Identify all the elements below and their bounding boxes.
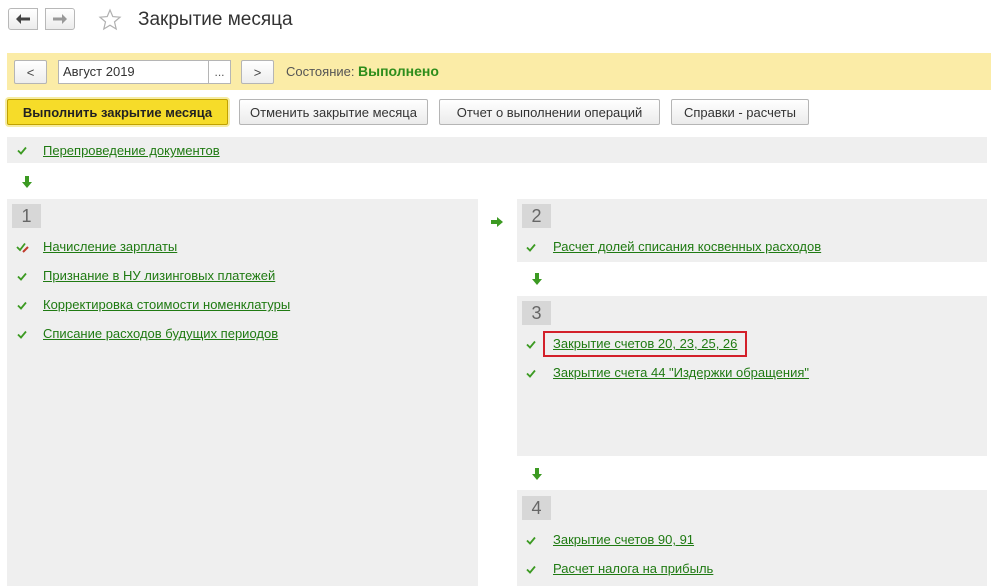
leasing-payments-link[interactable]: Признание в НУ лизинговых платежей (43, 268, 275, 283)
close-account-44-link[interactable]: Закрытие счета 44 "Издержки обращения" (553, 365, 809, 380)
check-icon (17, 301, 27, 310)
arrow-right-icon (53, 14, 67, 24)
check-edit-icon (16, 242, 29, 253)
check-icon (526, 340, 536, 349)
favorite-star-icon[interactable] (98, 8, 122, 32)
next-period-button[interactable]: > (241, 60, 274, 84)
payroll-link[interactable]: Начисление зарплаты (43, 239, 177, 254)
section-3-number: 3 (522, 301, 551, 325)
prev-period-button[interactable]: < (14, 60, 47, 84)
cancel-closing-button[interactable]: Отменить закрытие месяца (239, 99, 428, 125)
references-calculations-button[interactable]: Справки - расчеты (671, 99, 809, 125)
operations-report-button[interactable]: Отчет о выполнении операций (439, 99, 660, 125)
period-select-button[interactable]: ... (208, 60, 231, 84)
arrow-down-icon (532, 273, 542, 285)
arrow-down-icon (532, 468, 542, 480)
state-value: Выполнено (358, 63, 439, 79)
page-title: Закрытие месяца (138, 9, 293, 30)
check-icon (17, 272, 27, 281)
check-icon (526, 536, 536, 545)
check-icon (17, 146, 27, 155)
check-icon (526, 243, 536, 252)
arrow-left-icon (16, 14, 30, 24)
state-label: Состояние: (286, 64, 355, 79)
cost-adjustment-link[interactable]: Корректировка стоимости номенклатуры (43, 297, 290, 312)
close-accounts-90-91-link[interactable]: Закрытие счетов 90, 91 (553, 532, 694, 547)
period-field[interactable]: Август 2019 (58, 60, 209, 84)
check-icon (17, 330, 27, 339)
close-accounts-20-26-link[interactable]: Закрытие счетов 20, 23, 25, 26 (553, 336, 737, 351)
section-1 (7, 199, 478, 586)
check-icon (526, 565, 536, 574)
deferred-expenses-link[interactable]: Списание расходов будущих периодов (43, 326, 278, 341)
arrow-right-green-icon (491, 217, 503, 227)
section-1-number: 1 (12, 204, 41, 228)
back-button[interactable] (8, 8, 38, 30)
section-2-number: 2 (522, 204, 551, 228)
check-icon (526, 369, 536, 378)
profit-tax-link[interactable]: Расчет налога на прибыль (553, 561, 713, 576)
arrow-down-icon (22, 176, 32, 188)
indirect-costs-link[interactable]: Расчет долей списания косвенных расходов (553, 239, 821, 254)
section-4-number: 4 (522, 496, 551, 520)
forward-button[interactable] (45, 8, 75, 30)
execute-closing-button[interactable]: Выполнить закрытие месяца (7, 99, 228, 125)
reposting-documents-link[interactable]: Перепроведение документов (43, 143, 220, 158)
